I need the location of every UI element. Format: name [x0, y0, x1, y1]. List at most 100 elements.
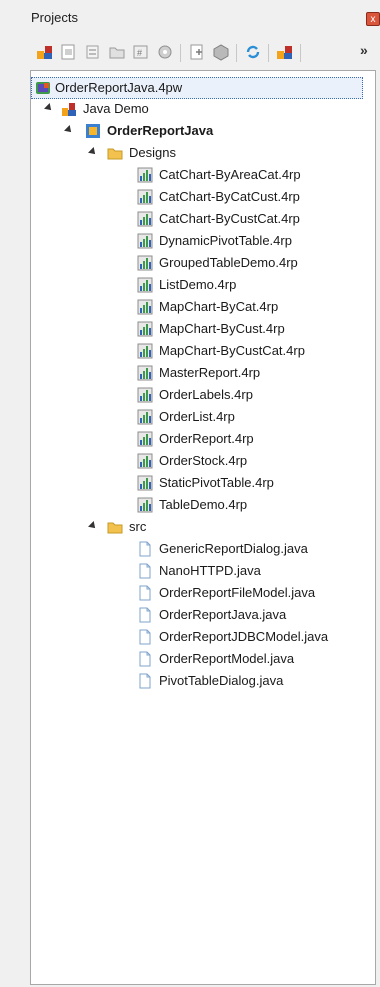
tree-root[interactable]: OrderReportJava.4pw: [31, 77, 377, 99]
project-icon: [86, 124, 100, 138]
tree-item-java-demo[interactable]: Java Demo: [31, 98, 377, 120]
report-file-icon: [137, 189, 153, 205]
tree-item-label: GroupedTableDemo.4rp: [159, 255, 298, 270]
tree-item-label: OrderReport.4rp: [159, 431, 254, 446]
expander-icon[interactable]: [44, 103, 54, 113]
report-file-icon: [137, 453, 153, 469]
copy-icon[interactable]: [60, 43, 78, 61]
report-file-icon: [137, 431, 153, 447]
toolbar-separator: [268, 44, 269, 62]
tree-item-report[interactable]: MapChart-ByCust.4rp: [31, 318, 377, 340]
tree-item-report[interactable]: TableDemo.4rp: [31, 494, 377, 516]
report-file-icon: [137, 365, 153, 381]
add-file-icon[interactable]: [188, 43, 206, 61]
tree-item-report[interactable]: OrderList.4rp: [31, 406, 377, 428]
projects-panel: Projects x # » OrderReportJava.4pw Java …: [0, 0, 380, 987]
tree-item-label: Designs: [129, 145, 176, 160]
tree-item-label: CatChart-ByCatCust.4rp: [159, 189, 300, 204]
tree-item-label: NanoHTTPD.java: [159, 563, 261, 578]
report-file-icon: [137, 497, 153, 513]
toolbar-overflow-button[interactable]: »: [360, 42, 368, 58]
tree-item-label: MapChart-ByCat.4rp: [159, 299, 279, 314]
new-project-icon[interactable]: [36, 43, 54, 61]
tree-folder-src[interactable]: src: [31, 516, 377, 538]
tree-item-java-file[interactable]: GenericReportDialog.java: [31, 538, 377, 560]
paste-icon[interactable]: [84, 43, 102, 61]
settings-icon[interactable]: [156, 43, 174, 61]
build-icon[interactable]: #: [132, 43, 150, 61]
svg-text:#: #: [137, 48, 142, 58]
folder-icon: [107, 148, 123, 160]
tree-item-label: MapChart-ByCustCat.4rp: [159, 343, 305, 358]
report-file-icon: [137, 167, 153, 183]
panel-title: Projects: [31, 10, 78, 25]
report-file-icon: [137, 277, 153, 293]
toolbar: # »: [30, 40, 380, 66]
workspace-icon: [36, 82, 50, 94]
tree-item-label: OrderLabels.4rp: [159, 387, 253, 402]
expander-icon[interactable]: [64, 125, 74, 135]
tree-item-label: CatChart-ByAreaCat.4rp: [159, 167, 301, 182]
close-button[interactable]: x: [366, 12, 380, 26]
tree-item-label: Java Demo: [83, 101, 149, 116]
tree-item-report[interactable]: OrderLabels.4rp: [31, 384, 377, 406]
report-file-icon: [137, 475, 153, 491]
report-file-icon: [137, 321, 153, 337]
toolbar-separator: [300, 44, 301, 62]
tree-item-label: TableDemo.4rp: [159, 497, 248, 512]
tree-folder-designs[interactable]: Designs: [31, 142, 377, 164]
tree-item-java-file[interactable]: OrderReportModel.java: [31, 648, 377, 670]
tree-item-java-file[interactable]: NanoHTTPD.java: [31, 560, 377, 582]
tree-item-report[interactable]: CatChart-ByAreaCat.4rp: [31, 164, 377, 186]
java-file-icon: [139, 563, 151, 579]
tree-item-java-file[interactable]: OrderReportFileModel.java: [31, 582, 377, 604]
tree-item-label: OrderReportFileModel.java: [159, 585, 316, 600]
report-file-icon: [137, 233, 153, 249]
open-folder-icon[interactable]: [108, 43, 126, 61]
tree-item-label: CatChart-ByCustCat.4rp: [159, 211, 300, 226]
tree-item-label: OrderReportJava: [107, 123, 214, 138]
tree-item-label: OrderReportJava.java: [159, 607, 287, 622]
tree-item-report[interactable]: OrderStock.4rp: [31, 450, 377, 472]
tree-item-report[interactable]: GroupedTableDemo.4rp: [31, 252, 377, 274]
tree-root-label: OrderReportJava.4pw: [55, 80, 183, 95]
tree-item-report[interactable]: CatChart-ByCustCat.4rp: [31, 208, 377, 230]
application-icon: [62, 103, 76, 116]
java-file-icon: [139, 651, 151, 667]
java-file-icon: [139, 673, 151, 689]
tree-item-project[interactable]: OrderReportJava: [31, 120, 377, 142]
expander-icon[interactable]: [88, 521, 98, 531]
refresh-icon[interactable]: [244, 43, 262, 61]
tree-item-label: OrderReportJDBCModel.java: [159, 629, 329, 644]
tree-item-report[interactable]: StaticPivotTable.4rp: [31, 472, 377, 494]
tree-item-label: OrderReportModel.java: [159, 651, 295, 666]
java-file-icon: [139, 541, 151, 557]
tree-item-report[interactable]: MasterReport.4rp: [31, 362, 377, 384]
tree-item-java-file[interactable]: OrderReportJDBCModel.java: [31, 626, 377, 648]
tree-item-report[interactable]: DynamicPivotTable.4rp: [31, 230, 377, 252]
tree-item-report[interactable]: MapChart-ByCustCat.4rp: [31, 340, 377, 362]
tree-item-java-file[interactable]: PivotTableDialog.java: [31, 670, 377, 692]
report-file-icon: [137, 343, 153, 359]
toolbar-separator: [180, 44, 181, 62]
tree-item-label: src: [129, 519, 147, 534]
report-file-icon: [137, 299, 153, 315]
tree-item-label: OrderList.4rp: [159, 409, 235, 424]
report-file-icon: [137, 211, 153, 227]
component-icon[interactable]: [276, 43, 294, 61]
java-file-icon: [139, 585, 151, 601]
expander-icon[interactable]: [88, 147, 98, 157]
tree-item-report[interactable]: ListDemo.4rp: [31, 274, 377, 296]
toolbar-separator: [236, 44, 237, 62]
tree-item-report[interactable]: CatChart-ByCatCust.4rp: [31, 186, 377, 208]
tree-item-report[interactable]: MapChart-ByCat.4rp: [31, 296, 377, 318]
package-icon[interactable]: [212, 43, 230, 61]
tree-item-label: StaticPivotTable.4rp: [159, 475, 274, 490]
report-file-icon: [137, 387, 153, 403]
tree-item-label: ListDemo.4rp: [159, 277, 237, 292]
folder-icon: [107, 522, 123, 534]
java-file-icon: [139, 607, 151, 623]
tree-item-label: GenericReportDialog.java: [159, 541, 308, 556]
tree-item-report[interactable]: OrderReport.4rp: [31, 428, 377, 450]
tree-item-java-file[interactable]: OrderReportJava.java: [31, 604, 377, 626]
